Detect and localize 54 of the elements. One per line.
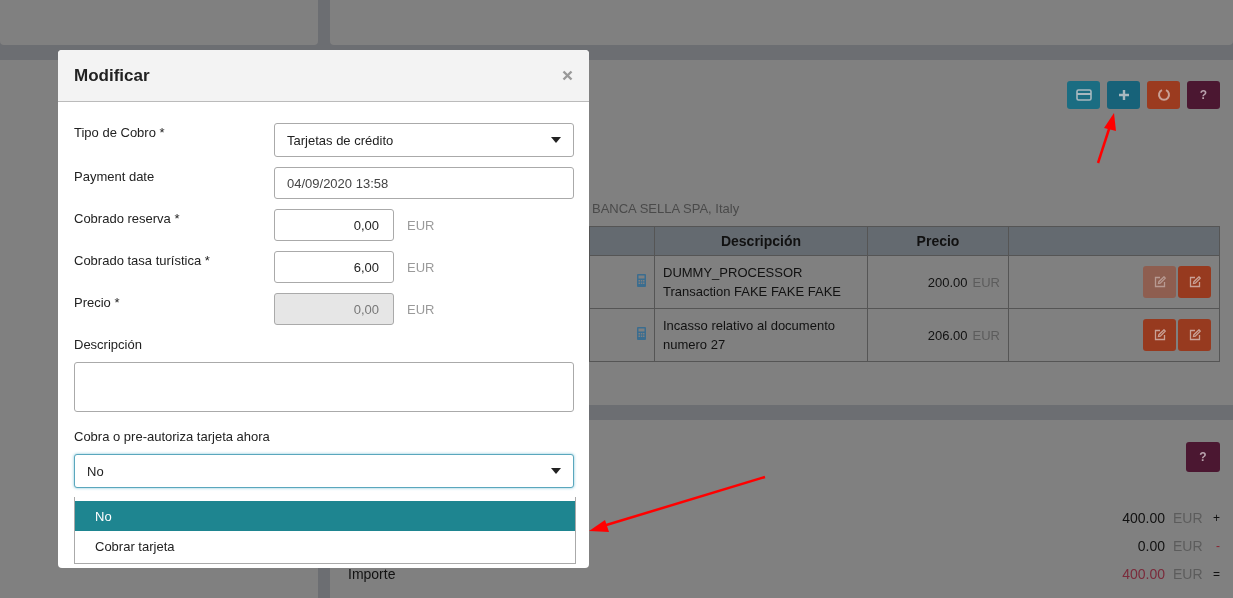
- sign-text: +: [1212, 511, 1220, 525]
- edit-icon: [1188, 276, 1201, 288]
- plus-icon: [1117, 89, 1130, 101]
- dialog-title: Modificar: [74, 65, 150, 86]
- edit-icon: [1153, 276, 1166, 288]
- select-field[interactable]: Tarjetas de crédito: [274, 123, 574, 157]
- sign-text: =: [1212, 567, 1220, 581]
- close-icon[interactable]: [562, 70, 573, 81]
- calculator-icon: [637, 274, 646, 287]
- column-header: Descripción: [654, 226, 868, 256]
- edit-button[interactable]: [1143, 319, 1176, 351]
- calculator-icon: [637, 327, 646, 340]
- number-field: 0,00: [274, 293, 394, 325]
- refresh-button[interactable]: [1147, 81, 1180, 109]
- price-text: 206.00: [927, 327, 968, 343]
- field-label: Cobra o pre-autoriza tarjeta ahora: [74, 429, 271, 444]
- sign-text: -: [1215, 539, 1220, 553]
- caret-down-icon: [551, 137, 561, 143]
- unit-text: EUR: [407, 217, 435, 233]
- help-button[interactable]: ?: [1187, 81, 1220, 109]
- add-button[interactable]: [1107, 81, 1140, 109]
- help-button[interactable]: ?: [1186, 442, 1220, 472]
- caret-down-icon: [551, 468, 561, 474]
- card-button[interactable]: [1067, 81, 1100, 109]
- field-label: Payment date: [74, 168, 156, 184]
- unit-text: EUR: [407, 301, 435, 317]
- amount-text: 400.00: [1122, 566, 1165, 582]
- edit-button[interactable]: [1178, 319, 1211, 351]
- amount-text: 400.00: [1122, 510, 1165, 526]
- number-field[interactable]: 0,00: [274, 209, 394, 241]
- price-text: 200.00: [927, 274, 968, 290]
- dropdown-option[interactable]: No: [75, 501, 575, 531]
- amount-text: 0.00: [1137, 538, 1165, 554]
- dropdown-option[interactable]: Cobrar tarjeta: [75, 531, 575, 561]
- annotation-arrow: [1096, 113, 1116, 164]
- description-field[interactable]: [74, 362, 574, 412]
- number-field[interactable]: 6,00: [274, 251, 394, 283]
- credit-card-icon: [1075, 89, 1092, 101]
- edit-button[interactable]: [1178, 266, 1211, 298]
- summary-label: Importe: [348, 566, 396, 582]
- field-label: Tipo de Cobro *: [74, 124, 166, 140]
- select-field[interactable]: No: [74, 454, 574, 488]
- field-label: Descripción: [74, 337, 143, 352]
- table-cell: DUMMY_PROCESSOR Transaction FAKE FAKE FAKE: [654, 255, 868, 309]
- edit-icon: [1188, 329, 1201, 341]
- unit-text: EUR: [407, 259, 435, 275]
- table-cell: Incasso relativo al documento numero 27: [654, 308, 868, 362]
- edit-icon: [1153, 329, 1166, 341]
- refresh-icon: [1156, 88, 1171, 102]
- field-label: Cobrado tasa turística *: [74, 252, 211, 268]
- field-label: Cobrado reserva *: [74, 210, 181, 226]
- date-field[interactable]: 04/09/2020 13:58: [274, 167, 574, 199]
- column-header: Precio: [867, 226, 1009, 256]
- field-label: Precio *: [74, 294, 121, 310]
